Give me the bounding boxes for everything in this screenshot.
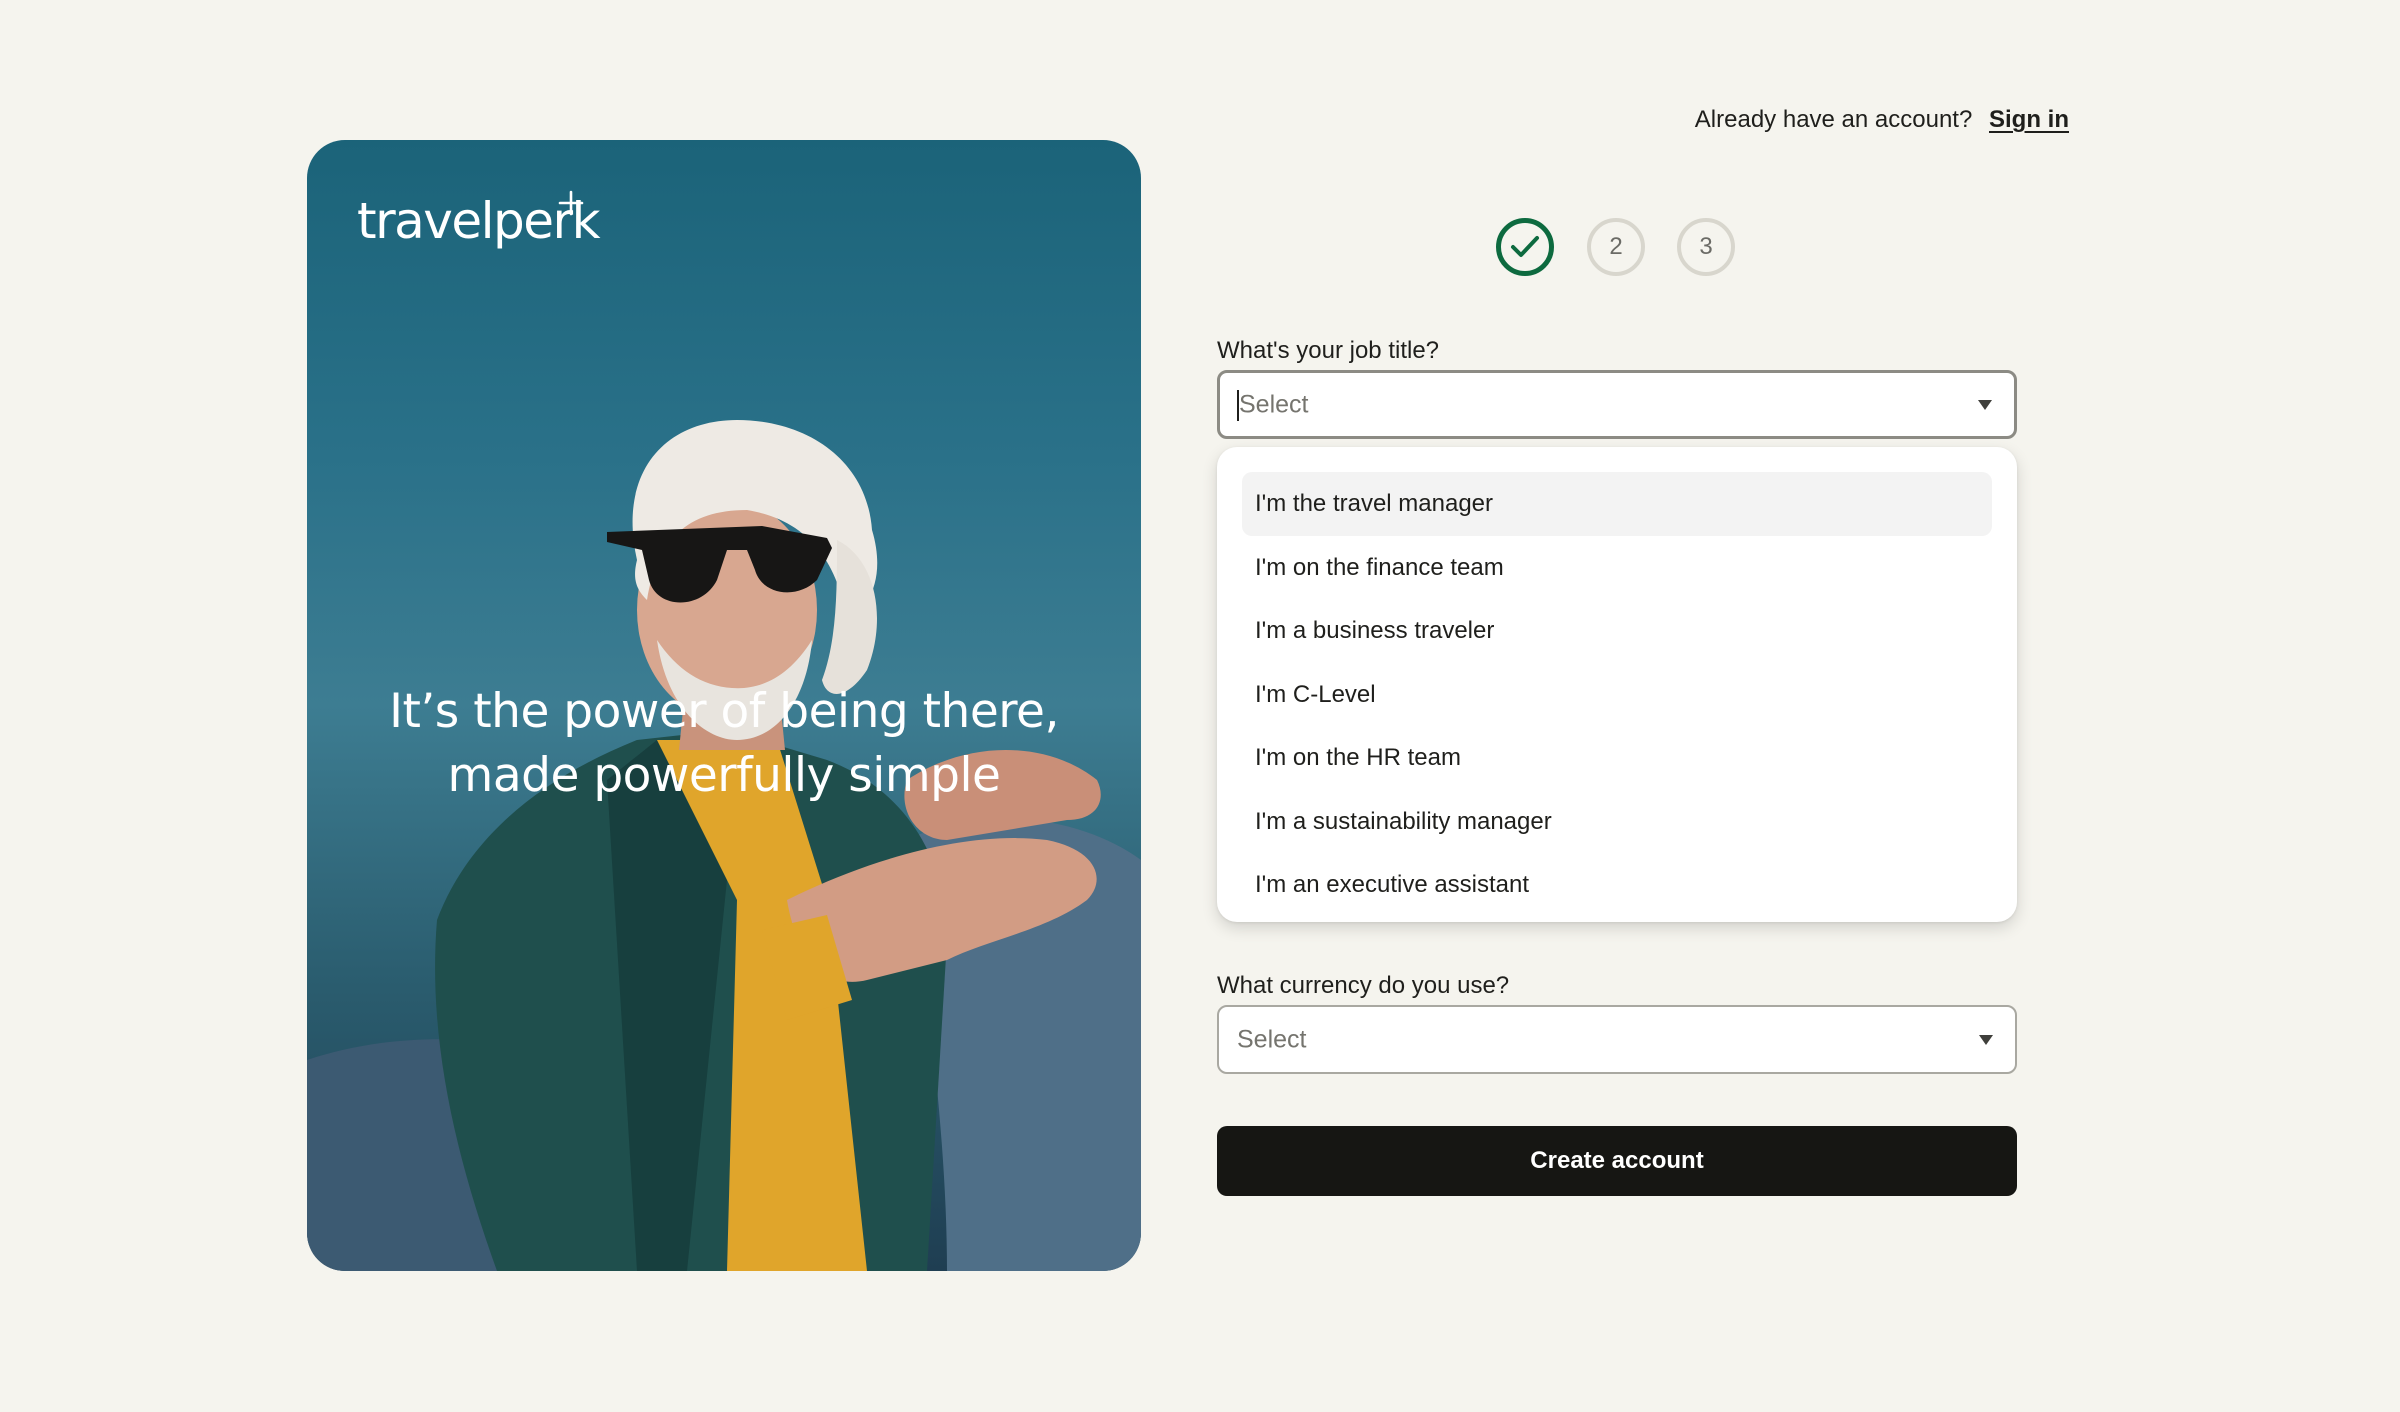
option-business-traveler[interactable]: I'm a business traveler — [1242, 599, 1992, 663]
option-finance-team[interactable]: I'm on the finance team — [1242, 536, 1992, 600]
step-1-complete — [1496, 218, 1554, 276]
chevron-down-icon — [1978, 399, 1992, 410]
chevron-down-icon — [1979, 1034, 1993, 1045]
signin-prompt: Already have an account? Sign in — [1695, 106, 2069, 134]
option-executive-assistant[interactable]: I'm an executive assistant — [1242, 853, 1992, 917]
job-title-select[interactable]: Select — [1217, 370, 2017, 439]
option-sustainability-manager[interactable]: I'm a sustainability manager — [1242, 790, 1992, 854]
tagline-line-2: made powerfully simple — [447, 748, 1001, 803]
step-2: 2 — [1587, 218, 1645, 276]
currency-select[interactable]: Select — [1217, 1005, 2017, 1074]
job-title-label: What's your job title? — [1217, 337, 1440, 364]
currency-placeholder: Select — [1237, 1025, 1307, 1053]
job-title-dropdown: I'm the travel manager I'm on the financ… — [1217, 447, 2017, 922]
tagline-line-1: It’s the power of being there, — [389, 684, 1059, 739]
check-icon — [1511, 236, 1539, 257]
option-travel-manager[interactable]: I'm the travel manager — [1242, 472, 1992, 536]
job-title-placeholder: Select — [1239, 390, 1309, 418]
already-account-text: Already have an account? — [1694, 106, 1973, 133]
currency-label: What currency do you use? — [1217, 972, 1510, 999]
step-3: 3 — [1677, 218, 1735, 276]
sign-in-link[interactable]: Sign in — [1989, 106, 2069, 133]
option-hr-team[interactable]: I'm on the HR team — [1242, 726, 1992, 790]
logo-plus-icon — [558, 190, 584, 216]
hero-card: travelperk It’s the power of being there… — [307, 140, 1141, 1271]
option-c-level[interactable]: I'm C-Level — [1242, 663, 1992, 727]
hero-tagline: It’s the power of being there, made powe… — [307, 680, 1141, 808]
create-account-button[interactable]: Create account — [1217, 1126, 2017, 1196]
